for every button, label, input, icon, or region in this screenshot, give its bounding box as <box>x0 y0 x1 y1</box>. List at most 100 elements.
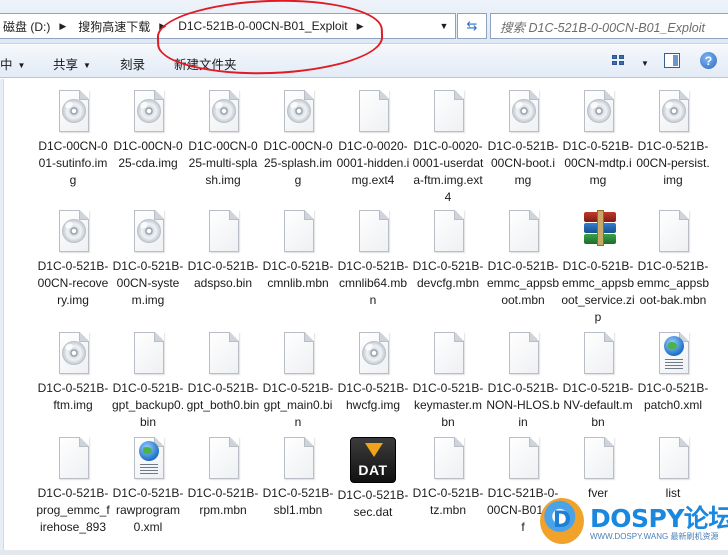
file-name: D1C-0-521B-00CN-boot.img <box>487 139 559 187</box>
file-name: D1C-0-521B-emmc_appsboot_service.zip <box>561 259 635 324</box>
xml-file-icon <box>130 437 166 481</box>
breadcrumb-label: D1C-521B-0-00CN-B01_Exploit <box>178 19 348 33</box>
blank-file-icon <box>355 210 391 254</box>
watermark-url: WWW.DOSPY.WANG 最新刷机资源 <box>590 532 719 541</box>
file-name: D1C-0-521B-adspso.bin <box>187 259 259 290</box>
file-item[interactable]: D1C-0-0020-0001-hidden.img.ext4 <box>336 90 410 189</box>
file-name: D1C-0-521B-NV-default.mbn <box>562 381 634 429</box>
file-item[interactable]: D1C-0-521B-00CN-system.img <box>111 210 185 309</box>
view-dropdown-button[interactable]: ▼ <box>636 56 649 70</box>
disc-image-icon <box>130 210 166 254</box>
winrar-archive-icon <box>580 210 616 254</box>
file-item[interactable]: D1C-0-521B-gpt_backup0.bin <box>111 332 185 431</box>
file-name: D1C-0-521B-00CN-persist.img <box>636 139 710 187</box>
file-item[interactable]: D1C-0-521B-NON-HLOS.bin <box>486 332 560 431</box>
file-name: D1C-0-521B-00CN-mdtp.img <box>562 139 634 187</box>
file-list: D1C-00CN-001-sutinfo.img D1C-00CN-025-cda… <box>0 79 728 555</box>
file-item[interactable]: D1C-0-521B-emmc_appsboot-bak.mbn <box>636 210 710 309</box>
file-name: D1C-0-521B-rpm.mbn <box>187 486 259 517</box>
blank-file-icon <box>280 332 316 376</box>
file-item[interactable]: D1C-0-521B-00CN-mdtp.img <box>561 90 635 189</box>
file-name: D1C-0-521B-sec.dat <box>337 488 409 519</box>
chevron-down-icon[interactable]: ▼ <box>435 14 453 38</box>
breadcrumb-drive[interactable]: 磁盘 (D:) ▶ <box>0 14 74 38</box>
file-item[interactable]: D1C-0-521B-cmnlib64.mbn <box>336 210 410 309</box>
watermark: D DOSPY论坛 WWW.DOSPY.WANG 最新刷机资源 <box>530 494 728 552</box>
burn-label: 刻录 <box>120 58 146 72</box>
file-name: D1C-0-521B-00CN-recovery.img <box>37 259 109 307</box>
file-item[interactable]: D1C-0-0020-0001-userdata-ftm.img.ext4 <box>411 90 485 206</box>
horizontal-scrollbar[interactable] <box>0 550 728 555</box>
address-row: 磁盘 (D:) ▶ 搜狗高速下载 ▶ D1C-521B-0-00CN-B01_E… <box>0 0 728 44</box>
preview-pane-icon[interactable] <box>664 53 680 68</box>
file-item[interactable]: D1C-0-521B-adspso.bin <box>186 210 260 292</box>
chevron-right-icon[interactable]: ▶ <box>59 21 66 32</box>
file-item[interactable]: D1C-0-521B-rawprogram0.xml <box>111 437 185 536</box>
blank-file-icon <box>280 437 316 481</box>
blank-file-icon <box>505 437 541 481</box>
file-item[interactable]: D1C-00CN-025-cda.img <box>111 90 185 172</box>
disc-image-icon <box>55 332 91 376</box>
address-bar[interactable]: 磁盘 (D:) ▶ 搜狗高速下载 ▶ D1C-521B-0-00CN-B01_E… <box>0 13 456 39</box>
file-item[interactable]: D1C-0-521B-emmc_appsboot_service.zip <box>561 210 635 326</box>
file-item[interactable]: fver <box>561 437 635 502</box>
refresh-button[interactable]: ⇆ <box>457 13 487 39</box>
file-item[interactable]: D1C-00CN-001-sutinfo.img <box>36 90 110 189</box>
disc-image-icon <box>355 332 391 376</box>
breadcrumb-folder[interactable]: 搜狗高速下载 ▶ <box>74 14 174 38</box>
chevron-right-icon[interactable]: ▶ <box>159 21 166 32</box>
search-input[interactable]: 搜索 D1C-521B-0-00CN-B01_Exploit <box>490 13 728 39</box>
file-item[interactable]: D1C-0-521B-emmc_appsboot.mbn <box>486 210 560 309</box>
file-item[interactable]: D1C-0-521B-patch0.xml <box>636 332 710 414</box>
file-name: D1C-0-521B-ftm.img <box>37 381 109 412</box>
blank-file-icon <box>205 332 241 376</box>
blank-file-icon <box>205 210 241 254</box>
file-item[interactable]: D1C-0-521B-keymaster.mbn <box>411 332 485 431</box>
file-name: D1C-0-0020-0001-hidden.img.ext4 <box>336 139 410 187</box>
file-name: D1C-0-521B-NON-HLOS.bin <box>486 381 560 429</box>
burn-button[interactable]: 刻录 <box>120 54 145 73</box>
file-item[interactable]: DAT D1C-0-521B-sec.dat <box>336 437 410 521</box>
file-item[interactable]: D1C-00CN-025-splash.img <box>261 90 335 189</box>
file-item[interactable]: D1C-0-521B-cmnlib.mbn <box>261 210 335 292</box>
disc-image-icon <box>55 90 91 134</box>
share-button[interactable]: 共享 ▼ <box>53 54 91 73</box>
file-item[interactable]: D1C-0-521B-00CN-persist.img <box>636 90 710 189</box>
disc-image-icon <box>655 90 691 134</box>
chevron-right-icon[interactable]: ▶ <box>357 21 364 32</box>
watermark-title: DOSPY论坛 <box>590 504 728 533</box>
share-label: 共享 <box>53 58 79 72</box>
help-icon[interactable]: ? <box>700 52 717 69</box>
file-name: D1C-0-521B-gpt_both0.bin <box>186 381 260 412</box>
file-item[interactable]: D1C-0-521B-rpm.mbn <box>186 437 260 519</box>
file-item[interactable]: D1C-0-521B-gpt_both0.bin <box>186 332 260 414</box>
breadcrumb-current[interactable]: D1C-521B-0-00CN-B01_Exploit ▶ <box>174 14 371 38</box>
blank-file-icon <box>655 437 691 481</box>
file-item[interactable]: D1C-0-521B-NV-default.mbn <box>561 332 635 431</box>
view-options-icon[interactable] <box>612 55 626 67</box>
file-name: D1C-0-521B-emmc_appsboot-bak.mbn <box>636 259 710 307</box>
blank-file-icon <box>655 210 691 254</box>
organize-label: 中 <box>0 58 13 72</box>
file-item[interactable]: D1C-0-521B-devcfg.mbn <box>411 210 485 292</box>
file-item[interactable]: D1C-0-521B-gpt_main0.bin <box>261 332 335 431</box>
blank-file-icon <box>55 437 91 481</box>
file-item[interactable]: D1C-0-521B-00CN-boot.img <box>486 90 560 189</box>
xml-file-icon <box>655 332 691 376</box>
disc-image-icon <box>280 90 316 134</box>
file-item[interactable]: list <box>636 437 710 502</box>
chevron-down-icon: ▼ <box>17 61 26 70</box>
organize-button[interactable]: 中 ▼ <box>0 54 25 73</box>
blank-file-icon <box>430 332 466 376</box>
blank-file-icon <box>430 437 466 481</box>
dat-file-icon: DAT <box>350 437 396 483</box>
file-item[interactable]: D1C-0-521B-00CN-recovery.img <box>36 210 110 309</box>
file-item[interactable]: D1C-0-521B-sbl1.mbn <box>261 437 335 519</box>
file-name: D1C-0-521B-sbl1.mbn <box>262 486 334 517</box>
file-item[interactable]: D1C-0-521B-prog_emmc_firehose_893 <box>36 437 110 536</box>
file-item[interactable]: D1C-0-521B-hwcfg.img <box>336 332 410 414</box>
new-folder-button[interactable]: 新建文件夹 <box>174 54 237 73</box>
file-item[interactable]: D1C-0-521B-tz.mbn <box>411 437 485 519</box>
file-item[interactable]: D1C-0-521B-ftm.img <box>36 332 110 414</box>
file-item[interactable]: D1C-00CN-025-multi-splash.img <box>186 90 260 189</box>
